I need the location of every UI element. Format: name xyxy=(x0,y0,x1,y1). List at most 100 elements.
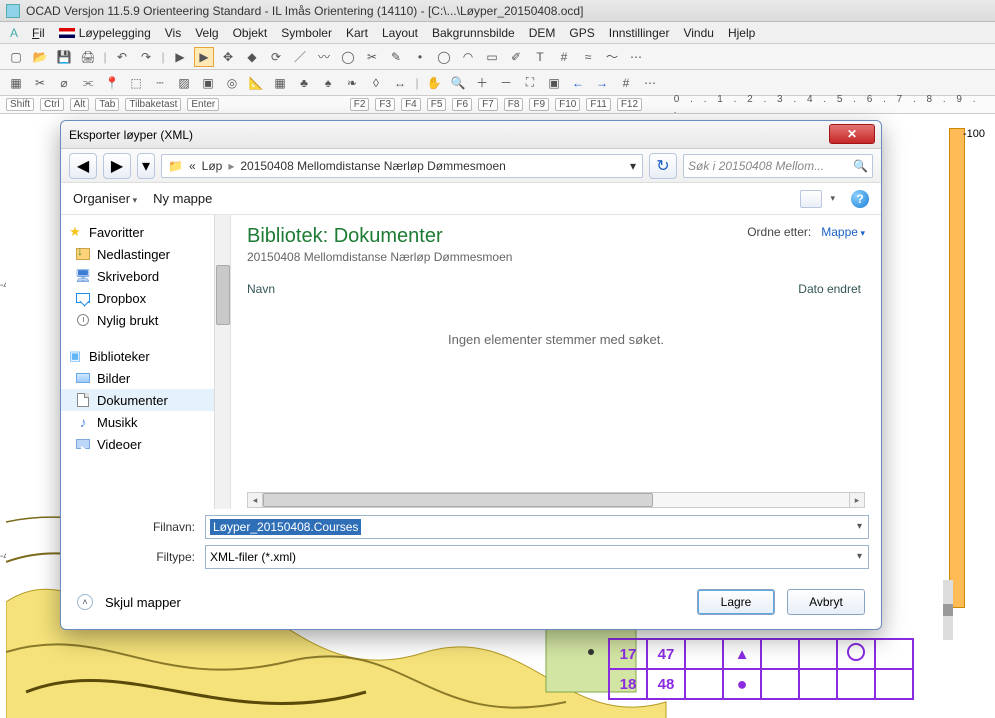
hide-folders-link[interactable]: Skjul mapper xyxy=(105,595,181,610)
view-mode-button[interactable] xyxy=(800,190,822,208)
menu-fil[interactable]: FFilil xyxy=(32,26,45,40)
nav-history-button[interactable]: ▾ xyxy=(137,153,155,179)
tool2-dim-icon[interactable]: ↔ xyxy=(390,73,410,93)
tool-save-icon[interactable]: 💾 xyxy=(54,47,74,67)
organiser-button[interactable]: Organiser xyxy=(73,191,137,206)
sidebar-item-favoritter[interactable]: ★ Favoritter xyxy=(61,221,230,243)
tool-node-icon[interactable]: ◆ xyxy=(242,47,262,67)
tool2-hand-icon[interactable]: ✋ xyxy=(424,73,444,93)
tool-rotate-icon[interactable]: ⟳ xyxy=(266,47,286,67)
tool2-tree2-icon[interactable]: ♠ xyxy=(318,73,338,93)
tool2-zoomin-icon[interactable]: ＋ xyxy=(472,73,492,93)
tool-arc-icon[interactable]: ◠ xyxy=(458,47,478,67)
tool2-right-icon[interactable]: → xyxy=(592,73,612,93)
tool2-zoom-icon[interactable]: 🔍 xyxy=(448,73,468,93)
tool-play-active-icon[interactable]: ▶ xyxy=(194,47,214,67)
filename-input[interactable]: Løyper_20150408.Courses ▾ xyxy=(205,515,869,539)
menu-objekt[interactable]: Objekt xyxy=(233,26,268,40)
tool-redo-icon[interactable]: ↷ xyxy=(136,47,156,67)
arrange-by-dropdown[interactable]: Mappe xyxy=(821,225,865,239)
new-folder-button[interactable]: Ny mappe xyxy=(153,191,212,206)
horizontal-scrollbar[interactable]: ◂ ▸ xyxy=(247,491,865,509)
tool-edit-icon[interactable]: ✎ xyxy=(386,47,406,67)
tool-open-icon[interactable]: 📂 xyxy=(30,47,50,67)
chevron-down-icon[interactable]: ▾ xyxy=(857,521,862,532)
tool-path-icon[interactable]: 〜 xyxy=(602,47,622,67)
symbol-palette[interactable] xyxy=(949,128,965,608)
menu-hjelp[interactable]: Hjelp xyxy=(728,26,755,40)
tool-freehand-icon[interactable]: ✐ xyxy=(506,47,526,67)
tool-new-icon[interactable]: ▢ xyxy=(6,47,26,67)
refresh-button[interactable]: ↻ xyxy=(649,153,677,179)
breadcrumb-dropdown-icon[interactable]: ▾ xyxy=(630,159,636,173)
tool2-zoomout-icon[interactable]: － xyxy=(496,73,516,93)
tool-undo-icon[interactable]: ↶ xyxy=(112,47,132,67)
scroll-left-icon[interactable]: ◂ xyxy=(247,492,263,508)
tool-play-icon[interactable]: ▶ xyxy=(170,47,190,67)
tool2-hole-icon[interactable]: ◎ xyxy=(222,73,242,93)
sidebar-item-videoer[interactable]: Videoer xyxy=(61,433,230,455)
breadcrumb[interactable]: 📁 « Løp ▸ 20150408 Mellomdistanse Nærløp… xyxy=(161,154,643,178)
tool2-more-icon[interactable]: ⋯ xyxy=(640,73,660,93)
tool-wave-icon[interactable]: ≈ xyxy=(578,47,598,67)
sidebar-item-skrivebord[interactable]: 🖥 Skrivebord xyxy=(61,265,230,287)
close-button[interactable]: ✕ xyxy=(829,124,875,144)
scroll-right-icon[interactable]: ▸ xyxy=(849,492,865,508)
tool-curve-icon[interactable]: 〰 xyxy=(314,47,334,67)
tool-point-icon[interactable]: • xyxy=(410,47,430,67)
tool-more-icon[interactable]: ⋯ xyxy=(626,47,646,67)
menu-symboler[interactable]: Symboler xyxy=(281,26,332,40)
menu-loypelegging[interactable]: Løypelegging xyxy=(59,26,151,40)
tool-circle-icon[interactable]: ◯ xyxy=(338,47,358,67)
sidebar-item-nedlastinger[interactable]: Nedlastinger xyxy=(61,243,230,265)
tool2-crop-icon[interactable]: ⬚ xyxy=(126,73,146,93)
tool2-pin-icon[interactable]: 📍 xyxy=(102,73,122,93)
sidebar-item-musikk[interactable]: ♪ Musikk xyxy=(61,411,230,433)
sidebar-item-dropbox[interactable]: Dropbox xyxy=(61,287,230,309)
dialog-title-bar[interactable]: Eksporter løyper (XML) ✕ xyxy=(61,121,881,149)
tool2-zoomall-icon[interactable]: ⛶ xyxy=(520,73,540,93)
cancel-button[interactable]: Avbryt xyxy=(787,589,865,615)
search-input[interactable]: Søk i 20150408 Mellom... 🔍 xyxy=(683,154,873,178)
tool2-measure-icon[interactable]: 📐 xyxy=(246,73,266,93)
vertical-scrollbar[interactable] xyxy=(943,580,953,640)
help-button[interactable]: ? xyxy=(851,190,869,208)
menu-vis[interactable]: Vis xyxy=(165,26,181,40)
tool2-erase-icon[interactable]: ⌀ xyxy=(54,73,74,93)
column-name[interactable]: Navn xyxy=(247,282,798,296)
menu-vindu[interactable]: Vindu xyxy=(683,26,713,40)
tool-text-icon[interactable]: T xyxy=(530,47,550,67)
tool-rect-icon[interactable]: ▭ xyxy=(482,47,502,67)
menu-layout[interactable]: Layout xyxy=(382,26,418,40)
sidebar-scrollbar[interactable] xyxy=(214,215,230,509)
tool2-a-icon[interactable]: ▦ xyxy=(6,73,26,93)
tool2-join-icon[interactable]: ⫘ xyxy=(78,73,98,93)
column-date[interactable]: Dato endret xyxy=(798,282,861,296)
menu-bakgrunnsbilde[interactable]: Bakgrunnsbilde xyxy=(432,26,515,40)
tool2-fill-icon[interactable]: ▨ xyxy=(174,73,194,93)
filetype-select[interactable]: XML-filer (*.xml) ▾ xyxy=(205,545,869,569)
menu-kart[interactable]: Kart xyxy=(346,26,368,40)
tool-num-icon[interactable]: # xyxy=(554,47,574,67)
sidebar-item-bilder[interactable]: Bilder xyxy=(61,367,230,389)
menu-innstillinger[interactable]: Innstillinger xyxy=(609,26,670,40)
nav-forward-button[interactable]: ▶ xyxy=(103,153,131,179)
tool2-leaf-icon[interactable]: ❧ xyxy=(342,73,362,93)
tool2-gridsnap-icon[interactable]: # xyxy=(616,73,636,93)
save-button[interactable]: Lagre xyxy=(697,589,775,615)
chevron-down-icon[interactable]: ▾ xyxy=(857,551,862,562)
tool2-zoomsel-icon[interactable]: ▣ xyxy=(544,73,564,93)
sidebar-item-nylig-brukt[interactable]: Nylig brukt xyxy=(61,309,230,331)
tool-print-icon[interactable]: 🖨 xyxy=(78,47,98,67)
tool-line-icon[interactable]: ／ xyxy=(290,47,310,67)
sidebar-item-biblioteker[interactable]: ▣ Biblioteker xyxy=(61,345,230,367)
menu-velg[interactable]: Velg xyxy=(195,26,218,40)
nav-back-button[interactable]: ◀ xyxy=(69,153,97,179)
tool2-dash-icon[interactable]: ┄ xyxy=(150,73,170,93)
tool-ellipse-icon[interactable]: ◯ xyxy=(434,47,454,67)
collapse-icon[interactable]: ˄ xyxy=(77,594,93,610)
tool2-left-icon[interactable]: ← xyxy=(568,73,588,93)
tool2-grid-icon[interactable]: ▦ xyxy=(270,73,290,93)
tool-cut-icon[interactable]: ✂ xyxy=(362,47,382,67)
sidebar-item-dokumenter[interactable]: Dokumenter xyxy=(61,389,230,411)
